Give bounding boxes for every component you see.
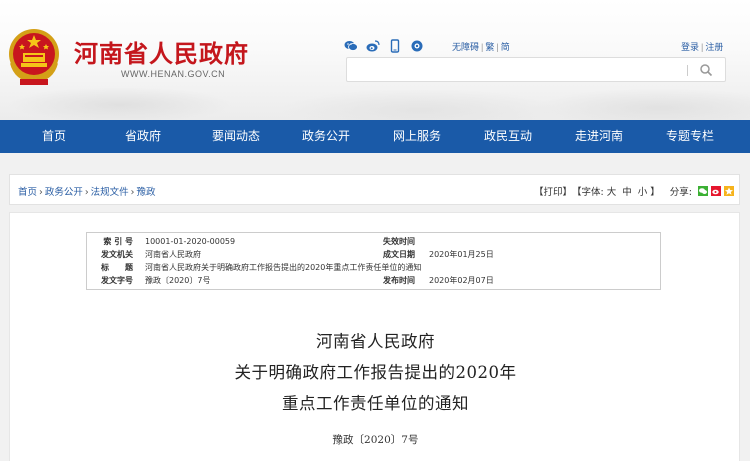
published-date-value: 2020年02月07日 bbox=[429, 276, 494, 285]
doc-number-value: 豫政〔2020〕7号 bbox=[145, 276, 211, 285]
breadcrumb-separator: › bbox=[39, 187, 43, 198]
accessibility-link[interactable]: 无障碍 bbox=[452, 42, 479, 52]
nav-item-government[interactable]: 省政府 bbox=[107, 120, 179, 153]
issuer-value: 河南省人民政府 bbox=[145, 250, 201, 259]
breadcrumb-bar: 首页 › 政务公开 › 法规文件 › 豫政 【打印】 【字体: 大 中 小 】 分享: bbox=[9, 174, 740, 205]
metadata-row: 索 引 号 10001-01-2020-00059 失效时间 bbox=[87, 235, 662, 249]
page-tools: 【打印】 【字体: 大 中 小 】 分享: bbox=[534, 184, 734, 198]
document-title-line-1: 河南省人民政府 bbox=[316, 332, 435, 351]
document-title-line-3: 重点工作责任单位的通知 bbox=[282, 394, 469, 413]
breadcrumb-regulations[interactable]: 法规文件 bbox=[91, 187, 129, 198]
created-date-value: 2020年01月25日 bbox=[429, 250, 494, 259]
breadcrumb-separator: › bbox=[84, 187, 89, 198]
register-link[interactable]: 注册 bbox=[705, 42, 723, 52]
font-size-label: 【字体: bbox=[572, 187, 604, 198]
separator: | bbox=[701, 42, 704, 52]
login-links: 登录 | 注册 bbox=[681, 40, 723, 53]
breadcrumb-home[interactable]: 首页 bbox=[18, 187, 37, 198]
mobile-icon[interactable] bbox=[388, 38, 402, 53]
nav-item-henan[interactable]: 走进河南 bbox=[561, 120, 637, 153]
separator: | bbox=[481, 42, 484, 52]
qzone-share-icon[interactable] bbox=[723, 186, 734, 196]
metadata-row: 发文字号 豫政〔2020〕7号 发布时间 2020年02月07日 bbox=[87, 274, 662, 288]
national-emblem-icon bbox=[9, 29, 59, 85]
search-input[interactable] bbox=[351, 61, 681, 79]
document-metadata-table: 索 引 号 10001-01-2020-00059 失效时间 发文机关 河南省人… bbox=[86, 232, 661, 290]
print-button[interactable]: 【打印】 bbox=[534, 184, 572, 198]
search-divider bbox=[687, 65, 688, 76]
breadcrumb: 首页 › 政务公开 › 法规文件 › 豫政 bbox=[18, 184, 156, 198]
weibo-icon[interactable] bbox=[366, 38, 380, 52]
site-title[interactable]: 河南省人民政府 bbox=[74, 34, 249, 69]
separator: | bbox=[496, 42, 499, 52]
main-nav: 首页 省政府 要闻动态 政务公开 网上服务 政民互动 走进河南 专题专栏 bbox=[0, 120, 750, 153]
weibo-share-icon[interactable] bbox=[710, 186, 721, 196]
site-header: 河南省人民政府 WWW.HENAN.GOV.CN 无障碍 | 繁 | 简 登录 … bbox=[0, 0, 750, 120]
breadcrumb-separator: › bbox=[130, 187, 135, 198]
font-size-medium[interactable]: 中 bbox=[622, 184, 632, 198]
nav-item-home[interactable]: 首页 bbox=[18, 120, 90, 153]
metadata-row: 发文机关 河南省人民政府 成文日期 2020年01月25日 bbox=[87, 248, 662, 262]
wechat-icon[interactable] bbox=[344, 38, 358, 52]
metadata-row: 标 题 河南省人民政府关于明确政府工作报告提出的2020年重点工作责任单位的通知 bbox=[87, 261, 662, 275]
site-url: WWW.HENAN.GOV.CN bbox=[121, 69, 226, 79]
doc-number-label: 发文字号 bbox=[101, 276, 133, 285]
title-value: 河南省人民政府关于明确政府工作报告提出的2020年重点工作责任单位的通知 bbox=[145, 263, 422, 272]
accessibility-links: 无障碍 | 繁 | 简 bbox=[452, 40, 510, 53]
nav-item-services[interactable]: 网上服务 bbox=[379, 120, 455, 153]
search-icon[interactable] bbox=[699, 63, 713, 77]
nav-item-affairs[interactable]: 政务公开 bbox=[288, 120, 364, 153]
login-link[interactable]: 登录 bbox=[681, 42, 699, 52]
index-value: 10001-01-2020-00059 bbox=[145, 237, 236, 246]
nav-item-topics[interactable]: 专题专栏 bbox=[652, 120, 728, 153]
issuer-label: 发文机关 bbox=[101, 250, 133, 259]
nav-item-interaction[interactable]: 政民互动 bbox=[470, 120, 546, 153]
share-label: 分享: bbox=[669, 187, 692, 198]
broadcast-icon[interactable] bbox=[410, 38, 424, 52]
title-label: 标 题 bbox=[101, 263, 133, 272]
font-size-close: 】 bbox=[650, 187, 660, 198]
article-container: 索 引 号 10001-01-2020-00059 失效时间 发文机关 河南省人… bbox=[9, 212, 740, 461]
wechat-share-icon[interactable] bbox=[697, 186, 708, 196]
search-box bbox=[346, 57, 726, 82]
invalid-date-label: 失效时间 bbox=[383, 237, 415, 246]
font-size-large[interactable]: 大 bbox=[607, 184, 617, 198]
document-title-line-2: 关于明确政府工作报告提出的2020年 bbox=[234, 363, 517, 382]
nav-item-news[interactable]: 要闻动态 bbox=[198, 120, 274, 153]
index-label: 索 引 号 bbox=[103, 237, 133, 246]
created-date-label: 成文日期 bbox=[383, 250, 415, 259]
published-date-label: 发布时间 bbox=[383, 276, 415, 285]
simplified-chinese-link[interactable]: 简 bbox=[501, 42, 510, 52]
font-size-small[interactable]: 小 bbox=[638, 184, 648, 198]
breadcrumb-yuzheng[interactable]: 豫政 bbox=[136, 187, 155, 198]
document-number: 豫政〔2020〕7号 bbox=[332, 434, 419, 446]
breadcrumb-affairs[interactable]: 政务公开 bbox=[45, 187, 83, 198]
traditional-chinese-link[interactable]: 繁 bbox=[485, 42, 494, 52]
social-icons bbox=[344, 38, 424, 53]
